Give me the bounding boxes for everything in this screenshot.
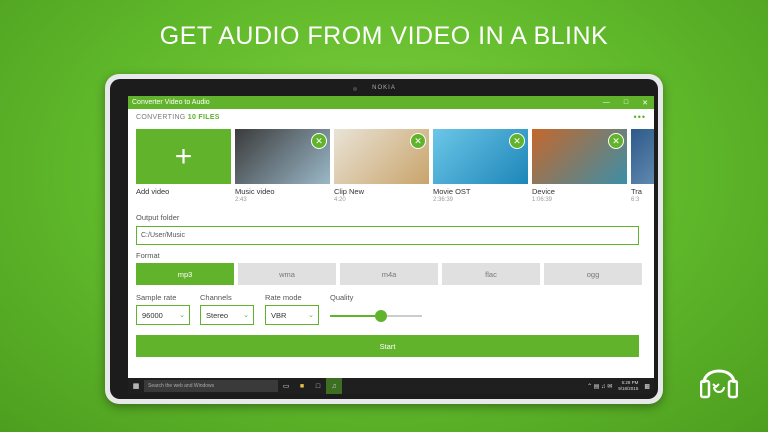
tile-duration: 2:43 [235,197,247,203]
close-button[interactable]: ✕ [642,99,648,107]
device-brand: NOKIA [372,85,396,91]
rate-mode-select[interactable]: VBR ⌄ [265,305,319,325]
output-folder-input[interactable]: C:/User/Music [136,226,639,245]
tile-name: Tra [631,187,642,196]
windows-taskbar: ▦ Search the web and Windows ▭ ■ □ ♫ ⌃ ▤… [128,378,654,394]
windows-start-icon[interactable]: ▦ [128,382,144,390]
tile-duration: 4:20 [334,197,346,203]
channels-value: Stereo [206,310,229,320]
converting-prefix: CONVERTING [136,114,186,121]
format-option-ogg[interactable]: ogg [544,263,642,285]
video-tile[interactable]: ✕ Tra6:3 [631,129,654,203]
video-tile[interactable]: ✕ Movie OST 2:36:39 [433,129,528,203]
tile-duration: 6:3 [631,197,640,203]
channels-label: Channels [200,293,232,302]
maximize-button[interactable]: □ [624,99,628,106]
system-tray: ⌃ ▤ ♫ ✉ 5:28 PM 9/18/2015 ▩ [587,378,650,394]
window-titlebar[interactable]: Converter Video to Audio — □ ✕ [128,96,654,109]
tile-duration: 2:36:39 [433,197,454,203]
sample-rate-select[interactable]: 96000 ⌄ [136,305,190,325]
video-tile[interactable]: ✕ Device 1:06:39 [532,129,627,203]
format-option-m4a[interactable]: m4a [340,263,438,285]
converter-app: CONVERTING 10 FILES ••• + Add video ✕ Music… [128,109,654,365]
tile-name: Movie OST [433,187,471,196]
output-folder-label: Output folder [136,213,180,222]
video-thumbnail: ✕ [532,129,627,184]
converter-app-icon[interactable]: ♫ [326,378,342,394]
format-options: mp3 wma m4a flac ogg [136,263,642,285]
tile-name: Add video [136,187,170,196]
video-thumbnail: ✕ [631,129,654,184]
plus-icon: + [136,129,231,184]
remove-icon[interactable]: ✕ [509,133,525,149]
chevron-down-icon: ⌄ [308,312,314,319]
minimize-button[interactable]: — [603,99,610,106]
tablet-bezel: NOKIA Converter Video to Audio — □ ✕ CON… [110,79,658,399]
format-label: Format [136,251,160,260]
window-controls: — □ ✕ [603,96,648,109]
format-option-wma[interactable]: wma [238,263,336,285]
tile-name: Music video [235,187,275,196]
quality-slider[interactable] [330,310,422,322]
taskbar-date: 9/18/2015 [618,386,639,391]
sample-rate-value: 96000 [142,310,163,320]
remove-icon[interactable]: ✕ [608,133,624,149]
store-icon[interactable]: □ [310,378,326,394]
remove-icon[interactable]: ✕ [410,133,426,149]
quality-label: Quality [330,293,354,302]
tile-duration: 1:06:39 [532,197,553,203]
converting-count: 10 FILES [187,114,220,121]
window-title: Converter Video to Audio [132,99,210,106]
taskbar-clock[interactable]: 5:28 PM 9/18/2015 [618,380,638,392]
tile-name: Clip New [334,187,365,196]
add-video-tile[interactable]: + Add video [136,129,231,203]
audio-converter-logo-icon [700,369,738,399]
channels-select[interactable]: Stereo ⌄ [200,305,254,325]
sample-rate-label: Sample rate [136,293,177,302]
video-tile[interactable]: ✕ Music video 2:43 [235,129,330,203]
file-explorer-icon[interactable]: ■ [294,378,310,394]
video-thumbnail: ✕ [334,129,429,184]
quality-slider-fill [330,315,381,317]
task-view-icon[interactable]: ▭ [278,378,294,394]
video-thumbnail: ✕ [433,129,528,184]
format-option-mp3[interactable]: mp3 [136,263,234,285]
app-screen: Converter Video to Audio — □ ✕ CONVERTIN… [128,96,654,394]
more-options-icon[interactable]: ••• [634,112,646,122]
video-tile[interactable]: ✕ Clip New 4:20 [334,129,429,203]
video-thumbnail: ✕ [235,129,330,184]
remove-icon[interactable]: ✕ [311,133,327,149]
tile-name: Device [532,187,555,196]
action-center-icon[interactable]: ▩ [644,383,650,390]
rate-mode-value: VBR [271,310,287,320]
format-option-flac[interactable]: flac [442,263,540,285]
tablet-device: NOKIA Converter Video to Audio — □ ✕ CON… [105,74,663,404]
converting-status: CONVERTING 10 FILES [136,114,220,121]
quality-slider-thumb[interactable] [374,310,387,322]
taskbar-search-input[interactable]: Search the web and Windows [144,380,278,392]
chevron-down-icon: ⌄ [243,312,249,319]
rate-mode-label: Rate mode [265,293,302,302]
promo-headline: GET AUDIO FROM VIDEO IN A BLINK [159,22,609,50]
chevron-down-icon: ⌄ [179,312,185,319]
start-button[interactable]: Start [136,335,639,357]
video-tiles: + Add video ✕ Music video 2:43 ✕ Clip New 4:20 ✕… [136,129,654,203]
tray-icons[interactable]: ⌃ ▤ ♫ ✉ [587,383,612,390]
